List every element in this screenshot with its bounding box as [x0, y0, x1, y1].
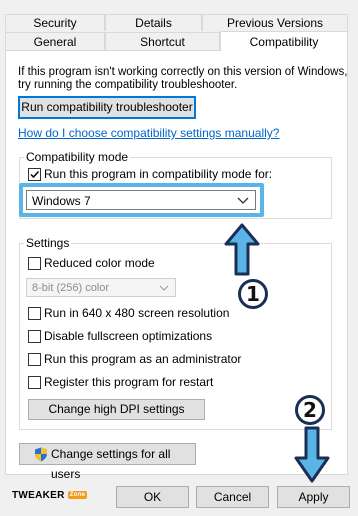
arrow-up-icon — [224, 223, 260, 276]
cancel-button[interactable]: Cancel — [196, 486, 269, 508]
checkmark-icon — [30, 170, 40, 179]
high-dpi-label: Change high DPI settings — [48, 402, 185, 416]
tweaker-logo: TWEAKER Zone — [12, 490, 88, 501]
admin-label[interactable]: Run this program as an administrator — [44, 352, 241, 366]
restart-checkbox[interactable] — [28, 376, 41, 389]
fullscreen-checkbox[interactable] — [28, 330, 41, 343]
tab-compatibility[interactable]: Compatibility — [220, 31, 348, 51]
intro-text-line1: If this program isn't working correctly … — [18, 66, 348, 78]
high-dpi-button[interactable]: Change high DPI settings — [28, 399, 205, 420]
ok-button[interactable]: OK — [116, 486, 189, 508]
run-troubleshooter-label: Run compatibility troubleshooter — [21, 100, 193, 114]
os-select-highlight — [19, 183, 264, 217]
restart-label[interactable]: Register this program for restart — [44, 375, 213, 389]
compat-mode-checkbox[interactable] — [28, 168, 41, 181]
reduced-color-label[interactable]: Reduced color mode — [44, 256, 155, 270]
color-mode-select[interactable]: 8-bit (256) color — [26, 278, 176, 297]
resolution-label[interactable]: Run in 640 x 480 screen resolution — [44, 306, 229, 320]
tab-security[interactable]: Security — [5, 14, 105, 31]
all-users-button[interactable]: Change settings for all users — [19, 443, 196, 481]
chevron-down-icon — [159, 285, 169, 291]
resolution-checkbox[interactable] — [28, 307, 41, 320]
cancel-label: Cancel — [213, 490, 252, 504]
manual-settings-link[interactable]: How do I choose compatibility settings m… — [18, 126, 279, 140]
fullscreen-label[interactable]: Disable fullscreen optimizations — [44, 329, 212, 343]
all-users-label: Change settings for all users — [51, 447, 171, 481]
ok-label: OK — [143, 490, 162, 504]
apply-label: Apply — [298, 490, 329, 504]
color-mode-value: 8-bit (256) color — [32, 282, 110, 294]
reduced-color-checkbox[interactable] — [28, 257, 41, 270]
tab-shortcut[interactable]: Shortcut — [105, 32, 220, 50]
run-troubleshooter-button[interactable]: Run compatibility troubleshooter — [18, 96, 196, 119]
compat-mode-title: Compatibility mode — [24, 150, 131, 164]
apply-button[interactable]: Apply — [277, 486, 350, 508]
arrow-down-icon — [294, 426, 330, 483]
tab-general[interactable]: General — [5, 32, 105, 50]
intro-text-line2: try running the compatibility troublesho… — [18, 79, 238, 91]
compat-mode-label[interactable]: Run this program in compatibility mode f… — [44, 167, 272, 181]
tab-previous-versions[interactable]: Previous Versions — [202, 14, 348, 31]
shield-icon — [35, 447, 47, 462]
admin-checkbox[interactable] — [28, 353, 41, 366]
logo-badge: Zone — [67, 491, 88, 500]
tab-details[interactable]: Details — [105, 14, 202, 31]
settings-title: Settings — [24, 236, 72, 250]
logo-text: TWEAKER — [12, 490, 65, 501]
step-1-badge: 1 — [238, 279, 268, 309]
step-2-badge: 2 — [295, 395, 325, 425]
